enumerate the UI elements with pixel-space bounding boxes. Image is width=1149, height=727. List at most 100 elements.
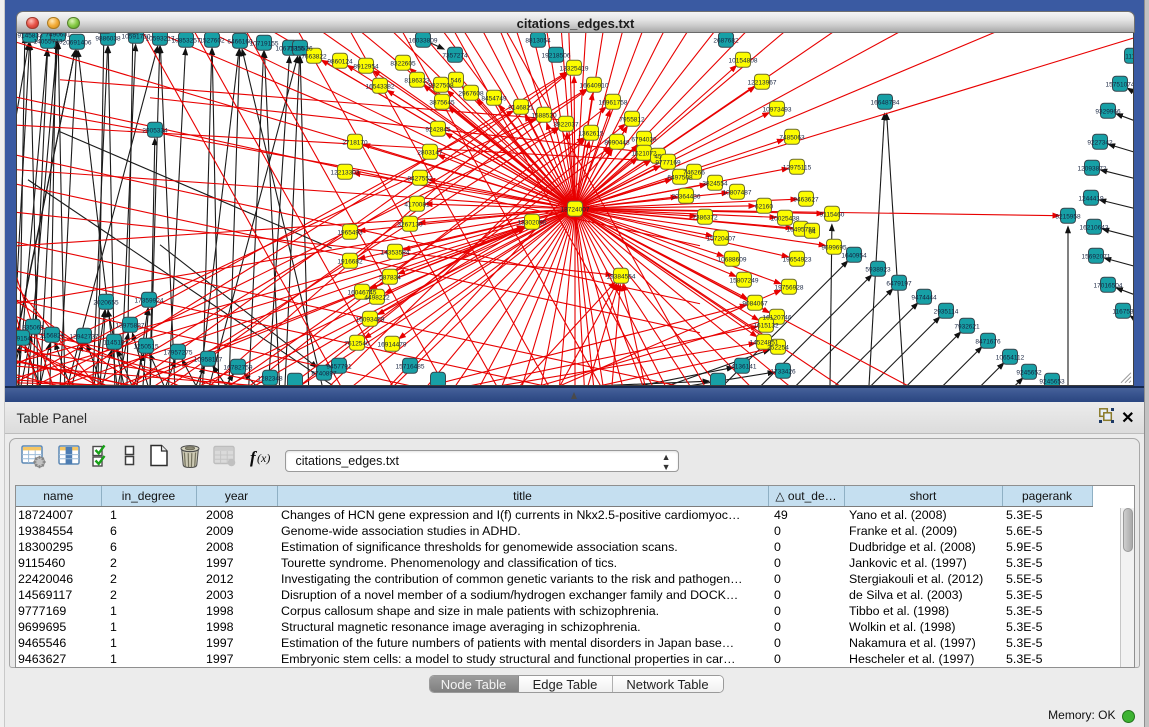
svg-text:19218506: 19218506 xyxy=(542,52,571,59)
svg-text:7490601: 7490601 xyxy=(45,33,71,38)
svg-text:9245652: 9245652 xyxy=(1016,369,1042,376)
svg-text:2020655: 2020655 xyxy=(93,299,119,306)
svg-text:13325419: 13325419 xyxy=(560,65,589,72)
svg-text:16120746: 16120746 xyxy=(763,314,792,321)
svg-text:2687682: 2687682 xyxy=(713,37,739,44)
svg-text:13975887: 13975887 xyxy=(116,322,145,329)
svg-text:15720407: 15720407 xyxy=(707,235,736,242)
svg-text:587834: 587834 xyxy=(379,274,401,281)
svg-text:8813054: 8813054 xyxy=(525,37,551,44)
svg-text:1733426: 1733426 xyxy=(770,368,796,375)
svg-text:18724007: 18724007 xyxy=(561,206,590,213)
svg-text:1588520: 1588520 xyxy=(531,112,557,119)
svg-text:16543382: 16543382 xyxy=(366,83,395,90)
svg-text:9699695: 9699695 xyxy=(821,244,847,251)
svg-text:16210643: 16210643 xyxy=(1080,224,1109,231)
svg-text:12942737: 12942737 xyxy=(70,333,99,340)
svg-text:9463627: 9463627 xyxy=(793,196,819,203)
svg-text:3824554: 3824554 xyxy=(702,180,728,187)
svg-text:15751074: 15751074 xyxy=(1106,81,1134,88)
svg-text:1527602: 1527602 xyxy=(199,37,225,44)
svg-text:1156829: 1156829 xyxy=(40,332,65,339)
svg-text:835061: 835061 xyxy=(22,324,44,331)
svg-text:62160: 62160 xyxy=(755,203,773,210)
svg-text:7663822: 7663822 xyxy=(301,53,327,60)
svg-text:19654923: 19654923 xyxy=(783,256,812,263)
svg-text:6479197: 6479197 xyxy=(886,280,912,287)
svg-text:10958117: 10958117 xyxy=(194,356,223,363)
svg-text:8471676: 8471676 xyxy=(975,338,1001,345)
svg-text:8186323: 8186323 xyxy=(404,77,430,84)
svg-text:7612540: 7612540 xyxy=(344,340,370,347)
svg-text:19756928: 19756928 xyxy=(775,284,804,291)
svg-text:252254: 252254 xyxy=(767,344,789,351)
svg-text:10025438: 10025438 xyxy=(771,215,800,222)
svg-text:9777169: 9777169 xyxy=(655,159,681,166)
svg-text:9242845: 9242845 xyxy=(425,126,451,133)
svg-text:16648784: 16648784 xyxy=(871,99,900,106)
svg-text:15807249: 15807249 xyxy=(730,277,759,284)
svg-text:20364436: 20364436 xyxy=(672,193,701,200)
svg-text:19384554: 19384554 xyxy=(607,273,636,280)
svg-text:8912954: 8912954 xyxy=(353,63,379,70)
svg-text:10853257: 10853257 xyxy=(172,37,201,44)
svg-text:(x): (x) xyxy=(257,451,270,465)
svg-text:7485063: 7485063 xyxy=(779,134,805,141)
svg-text:12213303: 12213303 xyxy=(331,169,360,176)
svg-text:39154: 39154 xyxy=(17,335,31,342)
svg-text:1117: 1117 xyxy=(1125,53,1134,60)
svg-text:3875645: 3875645 xyxy=(429,99,455,106)
svg-text:10973493: 10973493 xyxy=(763,106,792,113)
svg-text:16914479: 16914479 xyxy=(378,341,407,348)
svg-text:16961758: 16961758 xyxy=(599,99,628,106)
svg-text:114519: 114519 xyxy=(103,339,125,346)
svg-text:12093872: 12093872 xyxy=(1078,165,1107,172)
svg-text:16033809: 16033809 xyxy=(409,37,438,44)
svg-text:1282348: 1282348 xyxy=(257,375,283,382)
svg-text:20691406: 20691406 xyxy=(63,39,92,46)
svg-text:8215958: 8215958 xyxy=(1055,213,1081,220)
svg-text:4170081: 4170081 xyxy=(404,201,430,208)
svg-text:7515526: 7515526 xyxy=(287,45,313,52)
svg-text:7357274: 7357274 xyxy=(442,52,468,59)
svg-text:7932621: 7932621 xyxy=(954,323,980,330)
svg-text:9457791: 9457791 xyxy=(326,363,352,370)
svg-text:1621072: 1621072 xyxy=(631,150,657,157)
svg-text:10154808: 10154808 xyxy=(729,57,758,64)
svg-text:1916682: 1916682 xyxy=(337,258,363,265)
svg-text:9146821: 9146821 xyxy=(508,104,534,111)
svg-text:9860124: 9860124 xyxy=(327,58,353,65)
svg-text:16640910: 16640910 xyxy=(580,82,609,89)
svg-text:9474444: 9474444 xyxy=(911,294,937,301)
svg-text:18302095: 18302095 xyxy=(518,219,547,226)
svg-text:10593217: 10593217 xyxy=(146,35,175,42)
svg-text:17957275: 17957275 xyxy=(164,349,193,356)
svg-text:9886038: 9886038 xyxy=(95,35,121,42)
svg-text:1615132: 1615132 xyxy=(753,322,779,329)
svg-text:9245653: 9245653 xyxy=(1039,378,1065,385)
svg-text:8322605: 8322605 xyxy=(390,60,416,67)
svg-text:2803147: 2803147 xyxy=(417,149,443,156)
svg-text:116753: 116753 xyxy=(1112,308,1134,315)
svg-text:14136141: 14136141 xyxy=(728,363,757,370)
svg-text:9115460: 9115460 xyxy=(820,211,845,218)
svg-text:546: 546 xyxy=(451,77,462,84)
svg-text:10807487: 10807487 xyxy=(723,189,752,196)
svg-text:15716485: 15716485 xyxy=(396,363,425,370)
svg-text:12213967: 12213967 xyxy=(748,79,777,86)
svg-text:2935114: 2935114 xyxy=(934,308,959,315)
svg-text:17016504: 17016504 xyxy=(1094,282,1123,289)
svg-text:10719155: 10719155 xyxy=(250,40,279,47)
svg-text:5938923: 5938923 xyxy=(865,266,891,273)
svg-text:2967608: 2967608 xyxy=(458,90,484,97)
svg-text:1362615: 1362615 xyxy=(578,130,604,137)
svg-text:8427552: 8427552 xyxy=(407,175,433,182)
svg-text:2718170: 2718170 xyxy=(342,139,368,146)
svg-text:2905334: 2905334 xyxy=(142,127,168,134)
svg-text:746266: 746266 xyxy=(683,169,705,176)
svg-text:1965493: 1965493 xyxy=(337,229,363,236)
svg-text:3267130: 3267130 xyxy=(397,221,423,228)
svg-text:9084067: 9084067 xyxy=(742,300,768,307)
svg-text:8740897: 8740897 xyxy=(311,370,337,377)
svg-text:1244419: 1244419 xyxy=(1078,195,1104,202)
